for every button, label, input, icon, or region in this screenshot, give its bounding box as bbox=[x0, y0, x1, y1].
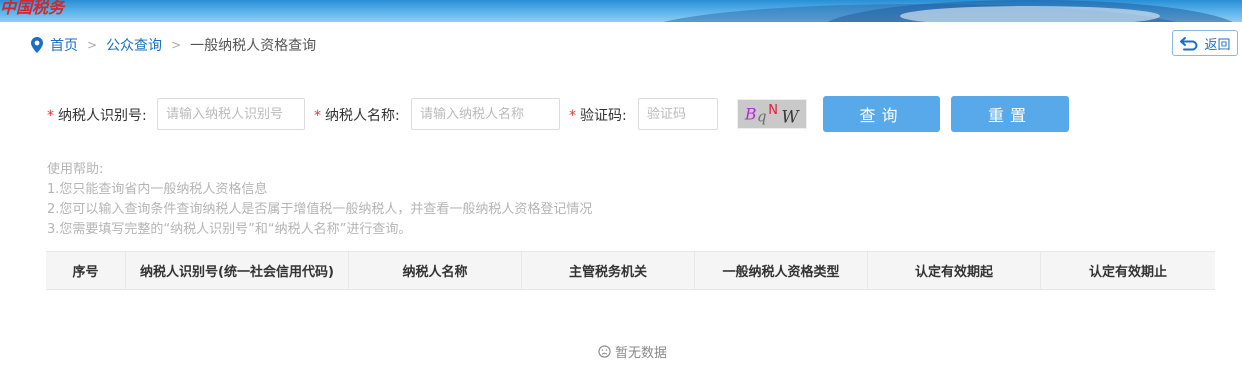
captcha-image[interactable]: B q N W bbox=[737, 99, 807, 129]
svg-text:B: B bbox=[744, 105, 757, 124]
taxpayer-id-input[interactable] bbox=[157, 98, 305, 130]
empty-state: 暂无数据 bbox=[598, 342, 667, 361]
required-mark: * bbox=[314, 108, 321, 124]
breadcrumb-home-link[interactable]: 首页 bbox=[50, 35, 78, 55]
search-button[interactable]: 查询 bbox=[823, 96, 940, 132]
taxpayer-name-input[interactable] bbox=[411, 98, 560, 130]
column-header-qualification-type: 一般纳税人资格类型 bbox=[695, 252, 868, 289]
svg-text:q: q bbox=[757, 107, 767, 125]
svg-text:W: W bbox=[781, 106, 800, 126]
column-header-taxpayer-id: 纳税人识别号(统一社会信用代码) bbox=[126, 252, 349, 289]
taxpayer-id-label: * 纳税人识别号: bbox=[47, 108, 147, 124]
breadcrumb-separator: > bbox=[171, 38, 182, 52]
back-button[interactable]: 返回 bbox=[1172, 30, 1238, 56]
banner-cloud bbox=[900, 6, 1160, 22]
help-line: 1.您只能查询省内一般纳税人资格信息 bbox=[47, 182, 268, 197]
empty-state-text: 暂无数据 bbox=[615, 346, 668, 361]
captcha-label: * 验证码: bbox=[569, 108, 627, 124]
help-line: 3.您需要填写完整的“纳税人识别号”和“纳税人名称”进行查询。 bbox=[47, 222, 412, 237]
column-header-taxpayer-name: 纳税人名称 bbox=[349, 252, 522, 289]
taxpayer-name-label: * 纳税人名称: bbox=[314, 108, 400, 124]
required-mark: * bbox=[47, 108, 54, 124]
breadcrumb-public-query-link[interactable]: 公众查询 bbox=[106, 35, 162, 55]
reset-button[interactable]: 重置 bbox=[951, 96, 1069, 132]
breadcrumb-current: 一般纳税人资格查询 bbox=[190, 38, 317, 54]
header-banner: 中国税务 bbox=[0, 0, 1242, 22]
svg-text:N: N bbox=[768, 103, 778, 118]
back-button-label: 返回 bbox=[1204, 37, 1231, 53]
help-line: 2.您可以输入查询条件查询纳税人是否属于增值税一般纳税人，并查看一般纳税人资格登… bbox=[47, 202, 593, 217]
usage-help: 使用帮助: 1.您只能查询省内一般纳税人资格信息 2.您可以输入查询条件查询纳税… bbox=[47, 160, 592, 240]
help-title: 使用帮助: bbox=[47, 162, 104, 177]
return-arrow-icon bbox=[1180, 37, 1198, 51]
required-mark: * bbox=[569, 108, 576, 124]
breadcrumb: 首页 > 公众查询 > 一般纳税人资格查询 bbox=[30, 36, 316, 54]
column-header-valid-from: 认定有效期起 bbox=[868, 252, 1041, 289]
captcha-input[interactable] bbox=[638, 98, 718, 130]
column-header-tax-authority: 主管税务机关 bbox=[522, 252, 695, 289]
location-pin-icon bbox=[31, 37, 43, 53]
column-header-index: 序号 bbox=[46, 252, 126, 289]
column-header-valid-to: 认定有效期止 bbox=[1088, 265, 1167, 280]
sad-face-icon bbox=[598, 345, 611, 358]
results-table-header: 序号 纳税人识别号(统一社会信用代码) 纳税人名称 主管税务机关 一般纳税人资格… bbox=[46, 251, 1215, 290]
logo: 中国税务 bbox=[0, 0, 65, 17]
breadcrumb-separator: > bbox=[87, 38, 98, 52]
